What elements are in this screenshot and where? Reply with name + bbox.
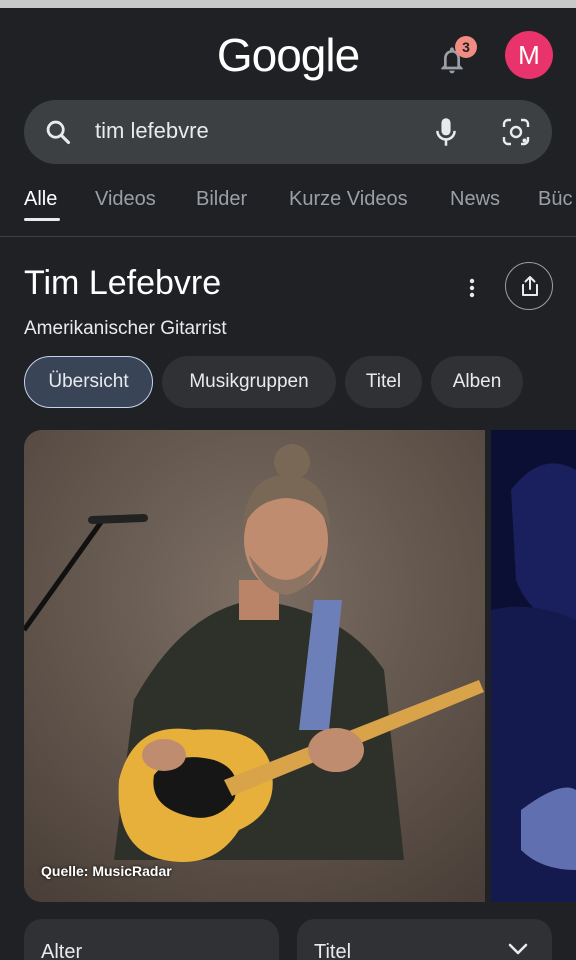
search-input[interactable]: tim lefebvre: [95, 118, 209, 144]
tabs-divider: [0, 236, 576, 237]
google-logo[interactable]: Google: [0, 28, 576, 82]
card-titel-label: Titel: [314, 941, 352, 960]
chip-titel[interactable]: Titel: [345, 356, 422, 408]
tab-buecher[interactable]: Büc: [538, 188, 572, 211]
mic-icon[interactable]: [432, 116, 460, 148]
card-titel[interactable]: Titel: [297, 919, 552, 960]
secondary-photo[interactable]: [491, 430, 576, 902]
tab-kurze-videos[interactable]: Kurze Videos: [289, 188, 408, 211]
chip-alben[interactable]: Alben: [431, 356, 523, 408]
status-strip: [0, 0, 576, 8]
chip-musikgruppen[interactable]: Musikgruppen: [162, 356, 336, 408]
chip-uebersicht[interactable]: Übersicht: [24, 356, 153, 408]
share-button[interactable]: [505, 262, 553, 310]
card-alter-label: Alter: [41, 941, 83, 960]
more-vert-icon[interactable]: [462, 276, 482, 300]
tab-videos[interactable]: Videos: [95, 188, 156, 211]
active-tab-indicator: [24, 218, 60, 221]
secondary-photo-illustration: [491, 430, 576, 902]
app-root: Google 3 M tim lefebvre Alle Videos Bild…: [0, 8, 576, 960]
tab-alle[interactable]: Alle: [24, 188, 57, 211]
account-avatar[interactable]: M: [505, 31, 553, 79]
photo-illustration: [24, 430, 485, 902]
image-source-caption: Quelle: MusicRadar: [41, 863, 172, 879]
entity-subtitle: Amerikanischer Gitarrist: [24, 318, 227, 339]
search-icon: [46, 120, 71, 145]
chevron-down-icon: [508, 943, 528, 955]
search-bar[interactable]: tim lefebvre: [24, 100, 552, 164]
artist-photo[interactable]: Quelle: MusicRadar: [24, 430, 485, 902]
entity-title: Tim Lefebvre: [24, 264, 222, 302]
tab-news[interactable]: News: [450, 188, 500, 211]
search-tabs: Alle Videos Bilder Kurze Videos News Büc: [0, 182, 576, 236]
share-icon: [522, 276, 538, 296]
tab-bilder[interactable]: Bilder: [196, 188, 247, 211]
card-alter[interactable]: Alter: [24, 919, 279, 960]
notification-badge: 3: [455, 36, 477, 58]
lens-icon[interactable]: [501, 117, 531, 147]
